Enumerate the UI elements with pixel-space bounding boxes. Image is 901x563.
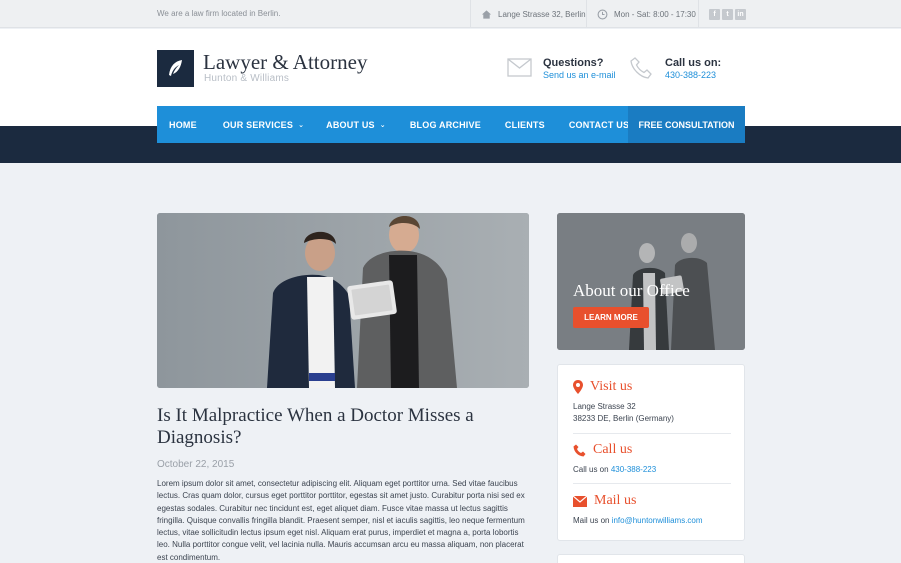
hours-text: Mon - Sat: 8:00 - 17:30	[614, 9, 696, 19]
facebook-icon[interactable]: f	[709, 8, 720, 20]
visit-us-block: Visit us Lange Strasse 32 38233 DE, Berl…	[573, 379, 731, 425]
quill-icon	[169, 60, 182, 76]
post-featured-image[interactable]	[157, 213, 529, 388]
nav-item-about-us[interactable]: ABOUT US ⌄	[316, 106, 398, 143]
post-image-illustration	[157, 213, 529, 388]
nav-item-home[interactable]: HOME	[157, 106, 209, 143]
questions-label: Questions?	[543, 57, 604, 69]
nav-item-our-services[interactable]: OUR SERVICES ⌄	[209, 106, 316, 143]
sidebar-phone-link[interactable]: 430-388-223	[611, 465, 656, 474]
visit-line-1: Lange Strasse 32	[573, 402, 636, 411]
nav-item-clients[interactable]: CLIENTS	[493, 106, 557, 143]
clock-icon	[597, 9, 608, 19]
main-nav: HOME OUR SERVICES ⌄ ABOUT US ⌄ BLOG ARCHIV…	[157, 106, 745, 143]
phone-icon	[573, 444, 586, 456]
envelope-icon	[507, 58, 532, 77]
divider	[573, 433, 731, 434]
questions-block: Questions? Send us an e-mail	[543, 57, 616, 80]
visit-heading: Visit us	[590, 379, 633, 394]
hours-segment: Mon - Sat: 8:00 - 17:30	[586, 0, 698, 28]
phone-icon	[630, 57, 652, 79]
divider	[573, 483, 731, 484]
call-us-block: Call us Call us on 430-388-223	[573, 442, 731, 476]
mail-heading: Mail us	[594, 493, 637, 508]
post-title[interactable]: Is It Malpractice When a Doctor Misses a…	[157, 405, 529, 449]
post-excerpt: Lorem ipsum dolor sit amet, consectetur …	[157, 479, 525, 562]
free-consultation-button[interactable]: FREE CONSULTATION	[628, 106, 745, 143]
email-link[interactable]: Send us an e-mail	[543, 70, 616, 80]
office-title: About our Office	[573, 281, 690, 300]
call-label: Call us on:	[665, 57, 722, 69]
call-heading: Call us	[593, 442, 633, 457]
mail-line: Mail us on info@huntonwilliams.com	[573, 516, 703, 525]
address-segment: Lange Strasse 32, Berlin	[470, 0, 586, 28]
top-bar: We are a law firm located in Berlin. Lan…	[0, 0, 901, 28]
social-links: f t in	[698, 0, 753, 28]
mail-us-block: Mail us Mail us on info@huntonwilliams.c…	[573, 493, 731, 527]
call-number-link[interactable]: 430-388-223	[665, 70, 721, 80]
home-icon	[481, 9, 492, 19]
logo-title[interactable]: Lawyer & Attorney	[203, 50, 367, 75]
nav-item-blog-archive[interactable]: BLOG ARCHIVE	[398, 106, 493, 143]
logo-mark[interactable]	[157, 50, 194, 87]
address-text: Lange Strasse 32, Berlin	[498, 9, 586, 19]
next-widget-card	[557, 554, 745, 563]
learn-more-button[interactable]: LEARN MORE	[573, 307, 649, 328]
about-office-widget: About our Office LEARN MORE	[557, 213, 745, 350]
call-block: Call us on: 430-388-223	[665, 57, 721, 80]
logo-subtitle: Hunton & Williams	[204, 73, 290, 84]
twitter-icon[interactable]: t	[722, 8, 733, 20]
envelope-icon	[573, 495, 587, 507]
visit-line-2: 38233 DE, Berlin (Germany)	[573, 414, 674, 423]
post-date: October 22, 2015	[157, 459, 235, 470]
contact-card: Visit us Lange Strasse 32 38233 DE, Berl…	[557, 364, 745, 541]
chevron-down-icon: ⌄	[298, 121, 305, 129]
linkedin-icon[interactable]: in	[735, 8, 746, 20]
chevron-down-icon: ⌄	[379, 121, 386, 129]
call-line: Call us on 430-388-223	[573, 465, 657, 474]
map-pin-icon	[573, 380, 583, 394]
tagline: We are a law firm located in Berlin.	[157, 9, 281, 18]
sidebar-email-link[interactable]: info@huntonwilliams.com	[612, 516, 703, 525]
